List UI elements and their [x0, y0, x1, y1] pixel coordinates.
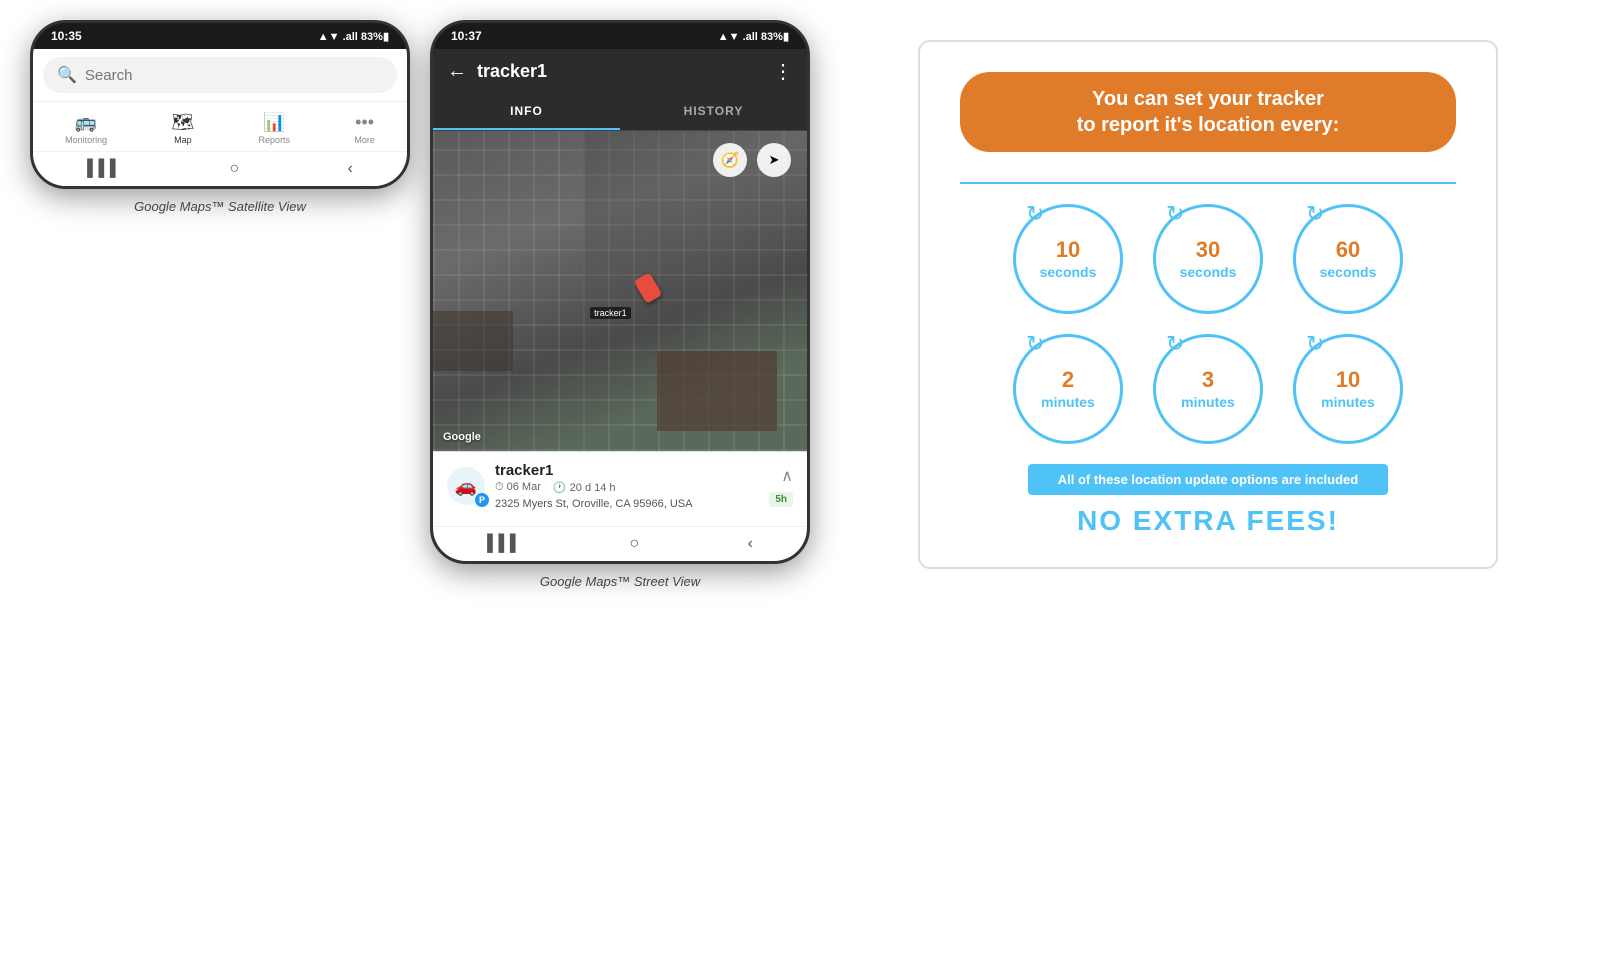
top-divider	[960, 182, 1456, 184]
arrow-icon-2: ↺	[1166, 201, 1184, 227]
search-icon: 🔍	[57, 65, 77, 85]
time-unit-3: seconds	[1320, 264, 1377, 281]
promo-headline: You can set your trackerto report it's l…	[960, 72, 1456, 152]
arrow-icon-6: ↺	[1306, 331, 1324, 357]
tracker-info-card: 🚗 P tracker1 ⏱ 06 Mar 🕐 20 d 14 h	[433, 451, 807, 526]
app-header: ← tracker1 ⋮	[433, 49, 807, 94]
monitoring-icon: 🚌	[75, 112, 97, 133]
p-badge: P	[475, 493, 489, 507]
nav-monitoring[interactable]: 🚌 Monitoring	[55, 110, 117, 147]
phone2-android-bar: ▌▌▌ ○ ‹	[433, 526, 807, 561]
nav-monitoring-label: Monitoring	[65, 135, 107, 145]
tracker-address: 2325 Myers St, Oroville, CA 95966, USA	[495, 498, 692, 510]
time-unit-5: minutes	[1181, 394, 1235, 411]
tracker-info-left: 🚗 P tracker1 ⏱ 06 Mar 🕐 20 d 14 h	[447, 462, 692, 510]
google-logo2: Google	[443, 431, 481, 443]
circle-10sec: ↺ 10 seconds	[1013, 204, 1123, 314]
search-input[interactable]	[85, 67, 383, 84]
arrow-icon-4: ↺	[1026, 331, 1044, 357]
arrow-icon-3: ↺	[1306, 201, 1324, 227]
arrow-icon-1: ↺	[1026, 201, 1044, 227]
phone2-status-bar: 10:37 ▲▼ .all 83%▮	[433, 23, 807, 49]
tracker1-map-label: tracker1	[590, 307, 631, 319]
search-bar[interactable]: 🔍	[43, 57, 397, 93]
time-num-3: 60	[1320, 237, 1377, 263]
time-num-1: 10	[1040, 237, 1097, 263]
phone1-time: 10:35	[51, 29, 82, 43]
time-num-5: 3	[1181, 367, 1235, 393]
reports-icon: 📊	[263, 112, 285, 133]
phone2-mockup: 10:37 ▲▼ .all 83%▮ ← tracker1 ⋮ INFO HIS…	[430, 20, 810, 564]
collapse-button[interactable]: ∧	[781, 466, 793, 486]
more-menu-button[interactable]: ⋮	[773, 59, 793, 84]
time-unit-4: minutes	[1041, 394, 1095, 411]
tab-history[interactable]: HISTORY	[620, 94, 807, 130]
tracker-date: ⏱ 06 Mar	[495, 481, 541, 494]
time-unit-2: seconds	[1180, 264, 1237, 281]
compass-btn2[interactable]: 🧭	[713, 143, 747, 177]
time-unit-1: seconds	[1040, 264, 1097, 281]
promo-card: You can set your trackerto report it's l…	[918, 40, 1498, 569]
tab-info[interactable]: INFO	[433, 94, 620, 130]
circle-2min: ↺ 2 minutes	[1013, 334, 1123, 444]
tracker-name: tracker1	[495, 462, 692, 479]
nav-reports-label: Reports	[259, 135, 291, 145]
more-icon: •••	[355, 112, 374, 133]
home-button[interactable]: ○	[230, 160, 240, 178]
home-btn2[interactable]: ○	[630, 535, 640, 553]
recents-button[interactable]: ▌▌▌	[87, 160, 121, 178]
no-fees-text: NO EXTRA FEES!	[960, 505, 1456, 537]
circles-row-2: ↺ 2 minutes ↺ 3 minutes ↺ 10 minutes	[960, 334, 1456, 444]
map-icon: 🗺	[171, 112, 194, 133]
phone2-caption: Google Maps™ Street View	[540, 574, 700, 589]
tracker-duration: 🕐 20 d 14 h	[553, 481, 616, 494]
circle-10min: ↺ 10 minutes	[1293, 334, 1403, 444]
phone1-signal: ▲▼ .all 83%▮	[318, 30, 389, 43]
phone2-time: 10:37	[451, 29, 482, 43]
street-map[interactable]: tracker1 🧭 ➤ Google	[433, 131, 807, 451]
phone1-caption: Google Maps™ Satellite View	[134, 199, 306, 214]
tracker-meta: ⏱ 06 Mar 🕐 20 d 14 h	[495, 481, 692, 494]
circle-30sec: ↺ 30 seconds	[1153, 204, 1263, 314]
time-num-6: 10	[1321, 367, 1375, 393]
location-btn2[interactable]: ➤	[757, 143, 791, 177]
arrow-icon-5: ↺	[1166, 331, 1184, 357]
tracker-info-header: 🚗 P tracker1 ⏱ 06 Mar 🕐 20 d 14 h	[447, 462, 793, 510]
back-button[interactable]: ←	[447, 60, 467, 83]
promo-panel: You can set your trackerto report it's l…	[830, 20, 1586, 589]
time-num-2: 30	[1180, 237, 1237, 263]
tracker-title: tracker1	[477, 61, 763, 82]
nav-more[interactable]: ••• More	[344, 110, 385, 147]
circle-60sec: ↺ 60 seconds	[1293, 204, 1403, 314]
time-num-4: 2	[1041, 367, 1095, 393]
phone1-content: 🔍 🧭 ➤ iTrack1TE BOLD (0177) Google 200 m…	[33, 49, 407, 186]
time-unit-6: minutes	[1321, 394, 1375, 411]
tab-bar: INFO HISTORY	[433, 94, 807, 131]
nav-reports[interactable]: 📊 Reports	[249, 110, 301, 147]
phone2-signal: ▲▼ .all 83%▮	[718, 30, 789, 43]
bottom-nav: 🚌 Monitoring 🗺 Map 📊 Reports ••• More	[33, 101, 407, 151]
time-badge: 5h	[769, 492, 793, 507]
nav-more-label: More	[354, 135, 375, 145]
phone1-android-bar: ▌▌▌ ○ ‹	[33, 151, 407, 186]
phone1-mockup: 10:35 ▲▼ .all 83%▮ 🔍 🧭 ➤ iTrack1TE BOLD …	[30, 20, 410, 189]
tracker-details: tracker1 ⏱ 06 Mar 🕐 20 d 14 h 2325 Myers…	[495, 462, 692, 510]
recents-btn2[interactable]: ▌▌▌	[487, 535, 521, 553]
nav-map-label: Map	[174, 135, 192, 145]
included-banner: All of these location update options are…	[1028, 464, 1388, 495]
phone1-status-bar: 10:35 ▲▼ .all 83%▮	[33, 23, 407, 49]
nav-map[interactable]: 🗺 Map	[161, 110, 204, 147]
tracker-avatar: 🚗 P	[447, 467, 485, 505]
circle-3min: ↺ 3 minutes	[1153, 334, 1263, 444]
back-btn2[interactable]: ‹	[748, 535, 753, 553]
back-button[interactable]: ‹	[348, 160, 353, 178]
circles-row-1: ↺ 10 seconds ↺ 30 seconds ↺ 60 seconds	[960, 204, 1456, 314]
